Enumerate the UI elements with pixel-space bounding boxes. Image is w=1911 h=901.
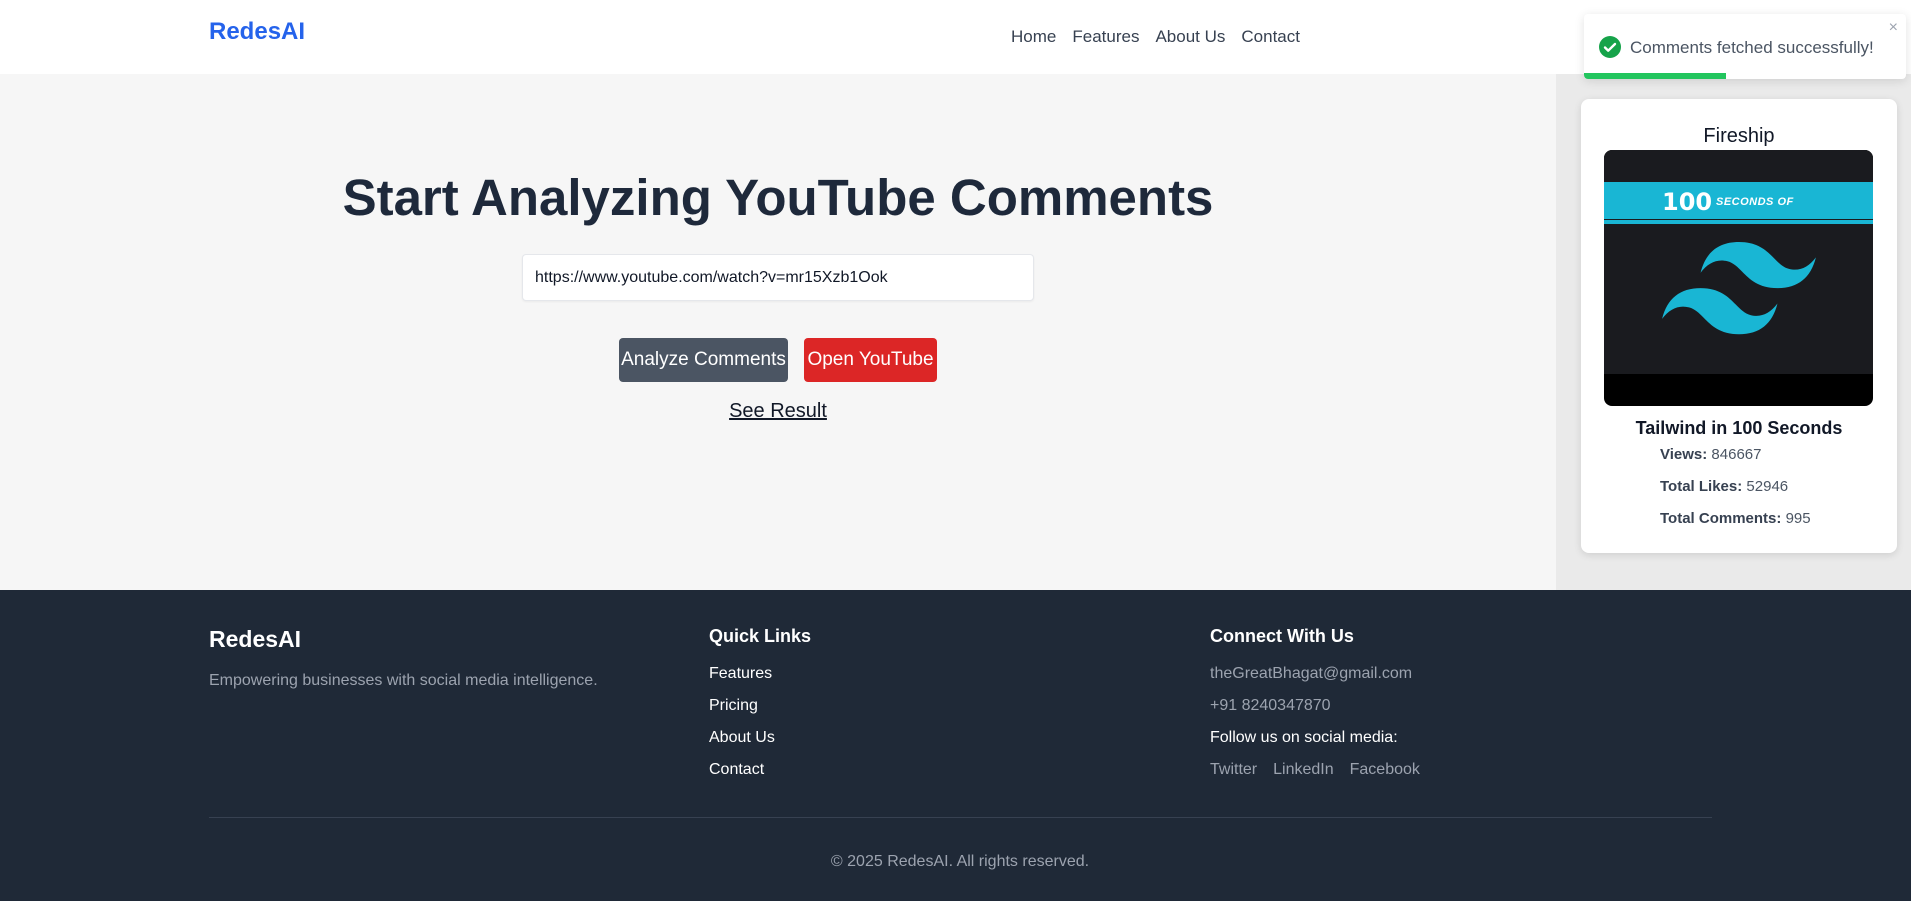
- nav-home[interactable]: Home: [1011, 27, 1056, 47]
- analyze-comments-button[interactable]: Analyze Comments: [619, 338, 788, 382]
- footer-phone: +91 8240347870: [1210, 697, 1331, 714]
- footer-link-contact[interactable]: Contact: [709, 761, 764, 778]
- copyright: © 2025 RedesAI. All rights reserved.: [830, 853, 1090, 870]
- page-title: Start Analyzing YouTube Comments: [342, 169, 1214, 226]
- footer-quick-links: Quick Links Features Pricing About Us Co…: [709, 626, 811, 792]
- stat-views: Views: 846667: [1660, 445, 1811, 477]
- follow-label: Follow us on social media:: [1210, 729, 1398, 746]
- footer-tagline: Empowering businesses with social media …: [209, 672, 598, 689]
- footer-email[interactable]: theGreatBhagat@gmail.com: [1210, 664, 1420, 696]
- channel-name: Fireship: [1703, 125, 1775, 147]
- footer-link-features[interactable]: Features: [709, 665, 772, 682]
- nav-features[interactable]: Features: [1072, 27, 1139, 47]
- close-icon[interactable]: ×: [1889, 19, 1898, 37]
- nav-contact[interactable]: Contact: [1241, 27, 1300, 47]
- success-toast[interactable]: Comments fetched successfully! ×: [1584, 14, 1906, 79]
- toast-progress-bar: [1584, 73, 1726, 79]
- social-links: Twitter LinkedIn Facebook: [1210, 760, 1420, 792]
- footer-link-pricing[interactable]: Pricing: [709, 697, 758, 714]
- thumbnail-number: 100: [1662, 188, 1713, 216]
- stat-likes-label: Total Likes:: [1660, 478, 1743, 495]
- quick-links-heading: Quick Links: [709, 626, 812, 646]
- main-nav: Home Features About Us Contact: [1011, 27, 1300, 47]
- brand-logo[interactable]: RedesAI: [209, 18, 305, 46]
- see-result-link[interactable]: See Result: [729, 400, 827, 422]
- footer-divider: [209, 817, 1712, 818]
- open-youtube-button[interactable]: Open YouTube: [804, 338, 937, 382]
- connect-heading: Connect With Us: [1210, 626, 1354, 646]
- footer-link-about-us[interactable]: About Us: [709, 729, 775, 746]
- video-title: Tailwind in 100 Seconds: [1635, 418, 1843, 438]
- tailwind-logo-icon: [1662, 242, 1816, 335]
- stat-comments-label: Total Comments:: [1660, 510, 1782, 527]
- youtube-url-input[interactable]: [522, 254, 1034, 301]
- footer-brand: RedesAI: [209, 626, 302, 652]
- check-circle-icon: [1599, 36, 1621, 58]
- video-info-card: Fireship 100 SECONDS OF Tailwind in 100 …: [1581, 99, 1897, 553]
- video-stats: Views: 846667 Total Likes: 52946 Total C…: [1660, 445, 1811, 541]
- video-thumbnail[interactable]: 100 SECONDS OF: [1604, 150, 1873, 406]
- footer-connect: Connect With Us theGreatBhagat@gmail.com…: [1210, 626, 1420, 792]
- stat-comments: Total Comments: 995: [1660, 509, 1811, 541]
- social-twitter[interactable]: Twitter: [1210, 760, 1257, 792]
- stat-views-label: Views:: [1660, 446, 1708, 463]
- social-linkedin[interactable]: LinkedIn: [1273, 760, 1334, 792]
- site-footer: RedesAI Empowering businesses with socia…: [0, 590, 1911, 901]
- social-facebook[interactable]: Facebook: [1350, 760, 1420, 792]
- thumbnail-banner-line: [1604, 220, 1873, 224]
- stat-likes-value: 52946: [1746, 478, 1789, 495]
- stat-likes: Total Likes: 52946: [1660, 477, 1811, 509]
- main-section: Start Analyzing YouTube Comments Analyze…: [0, 74, 1556, 590]
- stat-comments-value: 995: [1785, 510, 1811, 527]
- nav-about-us[interactable]: About Us: [1155, 27, 1225, 47]
- stat-views-value: 846667: [1711, 446, 1762, 463]
- see-result-wrapper: See Result: [0, 400, 1556, 423]
- toast-message: Comments fetched successfully!: [1630, 38, 1874, 57]
- thumbnail-text: SECONDS OF: [1716, 196, 1794, 208]
